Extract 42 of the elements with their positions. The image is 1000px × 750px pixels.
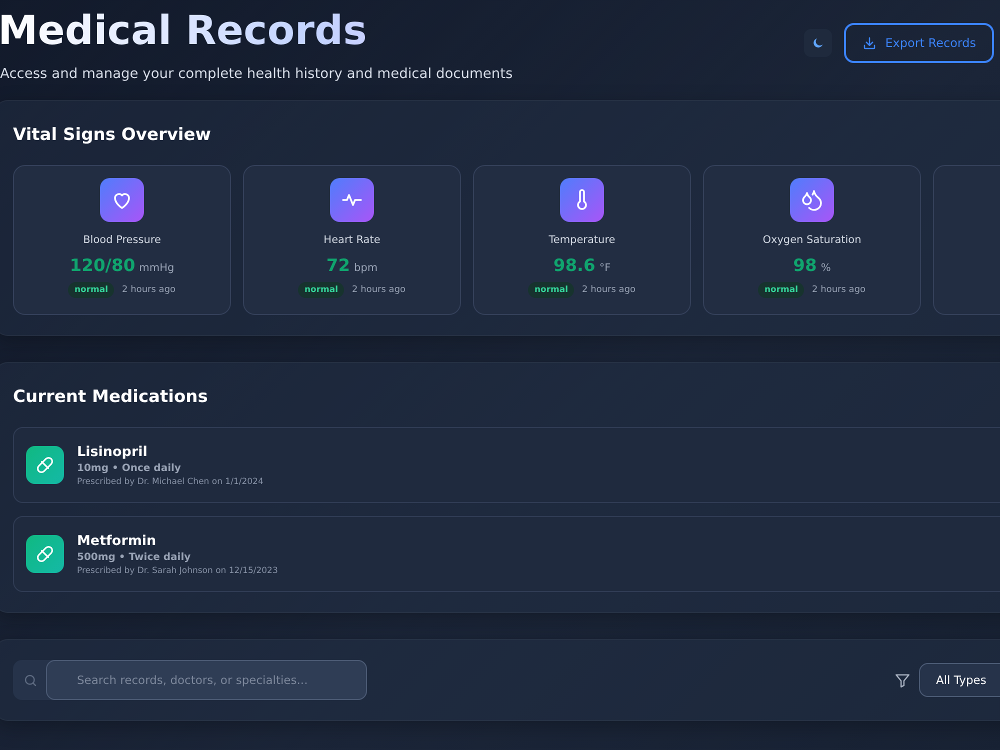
vital-name: Heart Rate: [324, 234, 380, 246]
vital-value: 120/80: [70, 256, 136, 276]
pill-icon: [26, 535, 64, 573]
vital-unit: bpm: [354, 262, 378, 274]
medication-dose: 500mg • Twice daily: [77, 552, 192, 562]
section-title: Vital Signs Overview: [13, 125, 212, 145]
theme-toggle-button[interactable]: [804, 29, 832, 57]
page-subtitle: Access and manage your complete health history and medical documents: [0, 66, 513, 82]
status-badge: normal: [298, 282, 344, 298]
timestamp: 2 hours ago: [582, 285, 636, 295]
export-button[interactable]: Export Records: [844, 23, 994, 63]
vital-unit: %: [820, 262, 831, 274]
type-dropdown[interactable]: All Types: [919, 663, 1000, 697]
pill-icon: [26, 446, 64, 484]
vital-value: 98: [793, 256, 817, 276]
vital-unit: °F: [599, 262, 611, 274]
section-title: Current Medications: [13, 387, 209, 407]
status-badge: normal: [68, 282, 114, 298]
prescription-info: Prescribed by Dr. Michael Chen on 1/1/2024: [77, 476, 264, 486]
search-icon: [23, 672, 38, 688]
medication-name: Lisinopril: [77, 444, 148, 460]
timestamp: 2 hours ago: [352, 285, 406, 295]
status-badge: normal: [758, 282, 804, 298]
medication-dose: 10mg • Once daily: [77, 462, 182, 474]
search-field[interactable]: Search records, doctors, or specialties...: [46, 660, 367, 700]
vital-name: Blood Pressure: [83, 234, 161, 246]
status-badge: normal: [528, 282, 574, 298]
vital-unit: mmHg: [139, 262, 174, 274]
vital-name: Temperature: [548, 234, 616, 246]
pulse-icon: [330, 178, 374, 222]
filter-icon: [894, 672, 911, 688]
drops-icon: [790, 178, 834, 222]
vital-value: 98.6: [553, 256, 596, 276]
timestamp: 2 hours ago: [122, 285, 176, 295]
moon-icon: [811, 36, 826, 50]
timestamp: 2 hours ago: [812, 285, 866, 295]
thermometer-icon: [560, 178, 604, 222]
prescription-info: Prescribed by Dr. Sarah Johnson on 12/15/2023: [77, 566, 278, 576]
download-icon: [862, 36, 878, 50]
vital-name: Oxygen Saturation: [762, 234, 862, 246]
vital-value: 72: [326, 256, 350, 276]
medication-name: Metformin: [77, 532, 158, 548]
